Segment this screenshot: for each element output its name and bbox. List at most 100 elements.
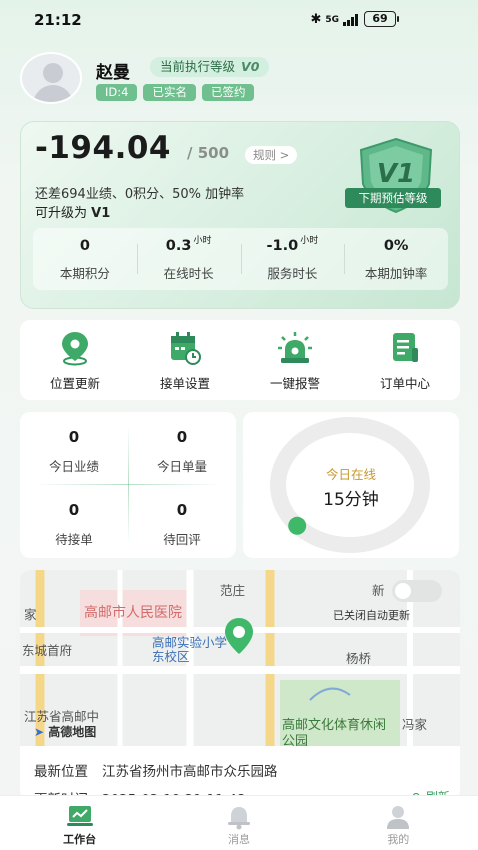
level-label: 当前执行等级 bbox=[160, 59, 236, 74]
map-label-xin: 新 bbox=[372, 583, 385, 598]
order-list-icon bbox=[393, 333, 418, 362]
location-value: 江苏省扬州市高邮市众乐园路 bbox=[102, 764, 278, 780]
action-order-center[interactable]: 订单中心 bbox=[350, 320, 460, 400]
status-bar: 21:12 ✱ 5G 69 bbox=[0, 0, 478, 40]
stat-value: 0 bbox=[79, 238, 90, 254]
action-emergency-alarm[interactable]: 一键报警 bbox=[240, 320, 350, 400]
signal-icon bbox=[343, 13, 358, 26]
network-label: 5G bbox=[325, 14, 339, 25]
online-label: 今日在线 bbox=[325, 467, 376, 482]
map-view[interactable]: 范庄 新 家 高邮市人民医院 东城首府 高邮实验小学东校区 杨桥 江苏省高邮中 … bbox=[20, 570, 460, 746]
map-location-pin-icon bbox=[225, 618, 253, 654]
upgrade-prefix: 可升级为 bbox=[35, 206, 88, 221]
online-value: 15分钟 bbox=[323, 490, 379, 510]
stat-value: 0.3 bbox=[165, 238, 192, 254]
profile-header: 赵曼 当前执行等级 V0 ID:4 已实名 已签约 bbox=[20, 52, 460, 108]
calendar-clock-icon bbox=[171, 332, 201, 365]
map-label-fengjia: 冯家 bbox=[402, 717, 428, 732]
level-value: V0 bbox=[241, 59, 260, 74]
amap-logo: ➤ 高德地图 bbox=[34, 723, 96, 740]
profile-tags: ID:4 已实名 已签约 bbox=[96, 84, 255, 101]
status-time: 21:12 bbox=[34, 11, 82, 29]
online-time-card: 今日在线 15分钟 bbox=[243, 412, 459, 558]
cell-value: 0 bbox=[176, 501, 188, 519]
bottom-tab-bar: 工作台 消息 我的 bbox=[0, 795, 478, 850]
location-map-card: 范庄 新 家 高邮市人民医院 东城首府 高邮实验小学东校区 杨桥 江苏省高邮中 … bbox=[20, 570, 460, 800]
stat-value: -1.0 bbox=[266, 238, 299, 254]
latest-location-row: 最新位置 江苏省扬州市高邮市众乐园路 bbox=[34, 760, 278, 780]
auto-refresh-toggle[interactable] bbox=[392, 580, 442, 602]
stat-label: 本期加钟率 bbox=[364, 266, 428, 281]
stat-points: 0 本期积分 bbox=[33, 228, 137, 290]
stat-value: 0% bbox=[383, 238, 409, 254]
action-label: 位置更新 bbox=[49, 376, 100, 391]
stat-service-hours: -1.0 小时 服务时长 bbox=[240, 228, 345, 290]
action-label: 一键报警 bbox=[269, 376, 320, 391]
auto-refresh-status: 已关闭自动更新 bbox=[333, 609, 410, 622]
id-tag: ID:4 bbox=[96, 84, 138, 101]
tab-messages[interactable]: 消息 bbox=[159, 796, 318, 850]
pending-orders[interactable]: 0 待接单 bbox=[20, 501, 128, 548]
tab-label: 消息 bbox=[227, 833, 250, 846]
current-level-badge: 当前执行等级 V0 bbox=[150, 57, 270, 77]
map-label-fanzhuang: 范庄 bbox=[220, 583, 246, 598]
stat-label: 在线时长 bbox=[163, 266, 214, 281]
stat-online-hours: 0.3 小时 在线时长 bbox=[136, 228, 241, 290]
rules-button[interactable]: 规则 > bbox=[245, 146, 298, 164]
tab-workbench[interactable]: 工作台 bbox=[0, 796, 159, 850]
workbench-icon bbox=[66, 806, 93, 826]
amap-logo-icon: ➤ bbox=[34, 725, 45, 739]
cell-label: 今日单量 bbox=[156, 459, 207, 474]
today-stats-card: 0 今日业绩 0 今日单量 0 待接单 0 待回评 bbox=[20, 412, 236, 558]
online-progress-marker bbox=[288, 516, 307, 535]
cell-value: 0 bbox=[68, 501, 80, 519]
bell-icon bbox=[227, 807, 250, 830]
map-label-hospital: 高邮市人民医院 bbox=[84, 605, 182, 621]
score-card: -194.04 / 500 规则 > 还差694业绩、0积分、50% 加钟率 可… bbox=[20, 121, 460, 309]
cell-label: 今日业绩 bbox=[48, 459, 99, 474]
amap-logo-text: 高德地图 bbox=[48, 725, 97, 739]
score-value: -194.04 bbox=[35, 130, 171, 166]
today-order-count[interactable]: 0 今日单量 bbox=[128, 428, 236, 475]
avatar[interactable] bbox=[20, 52, 82, 104]
map-label-dongcheng: 东城首府 bbox=[22, 643, 73, 658]
score-total: / 500 bbox=[187, 144, 230, 162]
map-label-jia: 家 bbox=[24, 607, 37, 622]
user-icon bbox=[387, 806, 410, 829]
upgrade-hint: 可升级为 V1 bbox=[35, 202, 110, 221]
action-label: 订单中心 bbox=[379, 376, 430, 391]
badge-text: V1 bbox=[377, 159, 415, 189]
upgrade-level: V1 bbox=[91, 206, 111, 221]
quick-actions: 位置更新 接单设置 一键报警 订单中心 bbox=[20, 320, 460, 400]
next-period-level-ribbon: 下期预估等级 bbox=[345, 188, 441, 208]
cell-value: 0 bbox=[68, 428, 80, 446]
battery-icon: 69 bbox=[364, 11, 399, 27]
location-pin-icon bbox=[62, 332, 88, 366]
score-gap-description: 还差694业绩、0积分、50% 加钟率 bbox=[35, 187, 245, 202]
map-label-yangqiao: 杨桥 bbox=[346, 651, 372, 666]
signed-tag: 已签约 bbox=[201, 84, 255, 101]
cell-label: 待接单 bbox=[55, 532, 93, 547]
tab-mine[interactable]: 我的 bbox=[319, 796, 478, 850]
status-icons: ✱ 5G bbox=[310, 12, 358, 27]
action-order-settings[interactable]: 接单设置 bbox=[130, 320, 240, 400]
pending-reviews[interactable]: 0 待回评 bbox=[128, 501, 236, 548]
stat-extension-rate: 0% 本期加钟率 bbox=[344, 228, 448, 290]
alarm-siren-icon bbox=[278, 332, 312, 363]
score-stats: 0 本期积分 0.3 小时 在线时长 -1.0 小时 服务时长 0% 本期加钟率 bbox=[33, 228, 448, 290]
today-performance[interactable]: 0 今日业绩 bbox=[20, 428, 128, 475]
location-key: 最新位置 bbox=[34, 764, 88, 780]
user-name: 赵曼 bbox=[96, 63, 130, 83]
map-label-culture-park: 高邮文化体育休闲公园 bbox=[282, 718, 387, 746]
action-location-update[interactable]: 位置更新 bbox=[20, 320, 130, 400]
tab-label: 工作台 bbox=[63, 833, 97, 846]
bluetooth-icon: ✱ bbox=[310, 12, 322, 27]
cell-label: 待回评 bbox=[163, 532, 201, 547]
stat-label: 本期积分 bbox=[59, 266, 110, 281]
tab-label: 我的 bbox=[387, 833, 410, 846]
stat-label: 服务时长 bbox=[267, 266, 318, 281]
action-label: 接单设置 bbox=[159, 376, 210, 391]
verified-tag: 已实名 bbox=[143, 84, 196, 101]
stat-unit: 小时 bbox=[193, 236, 212, 246]
stat-unit: 小时 bbox=[300, 236, 319, 246]
